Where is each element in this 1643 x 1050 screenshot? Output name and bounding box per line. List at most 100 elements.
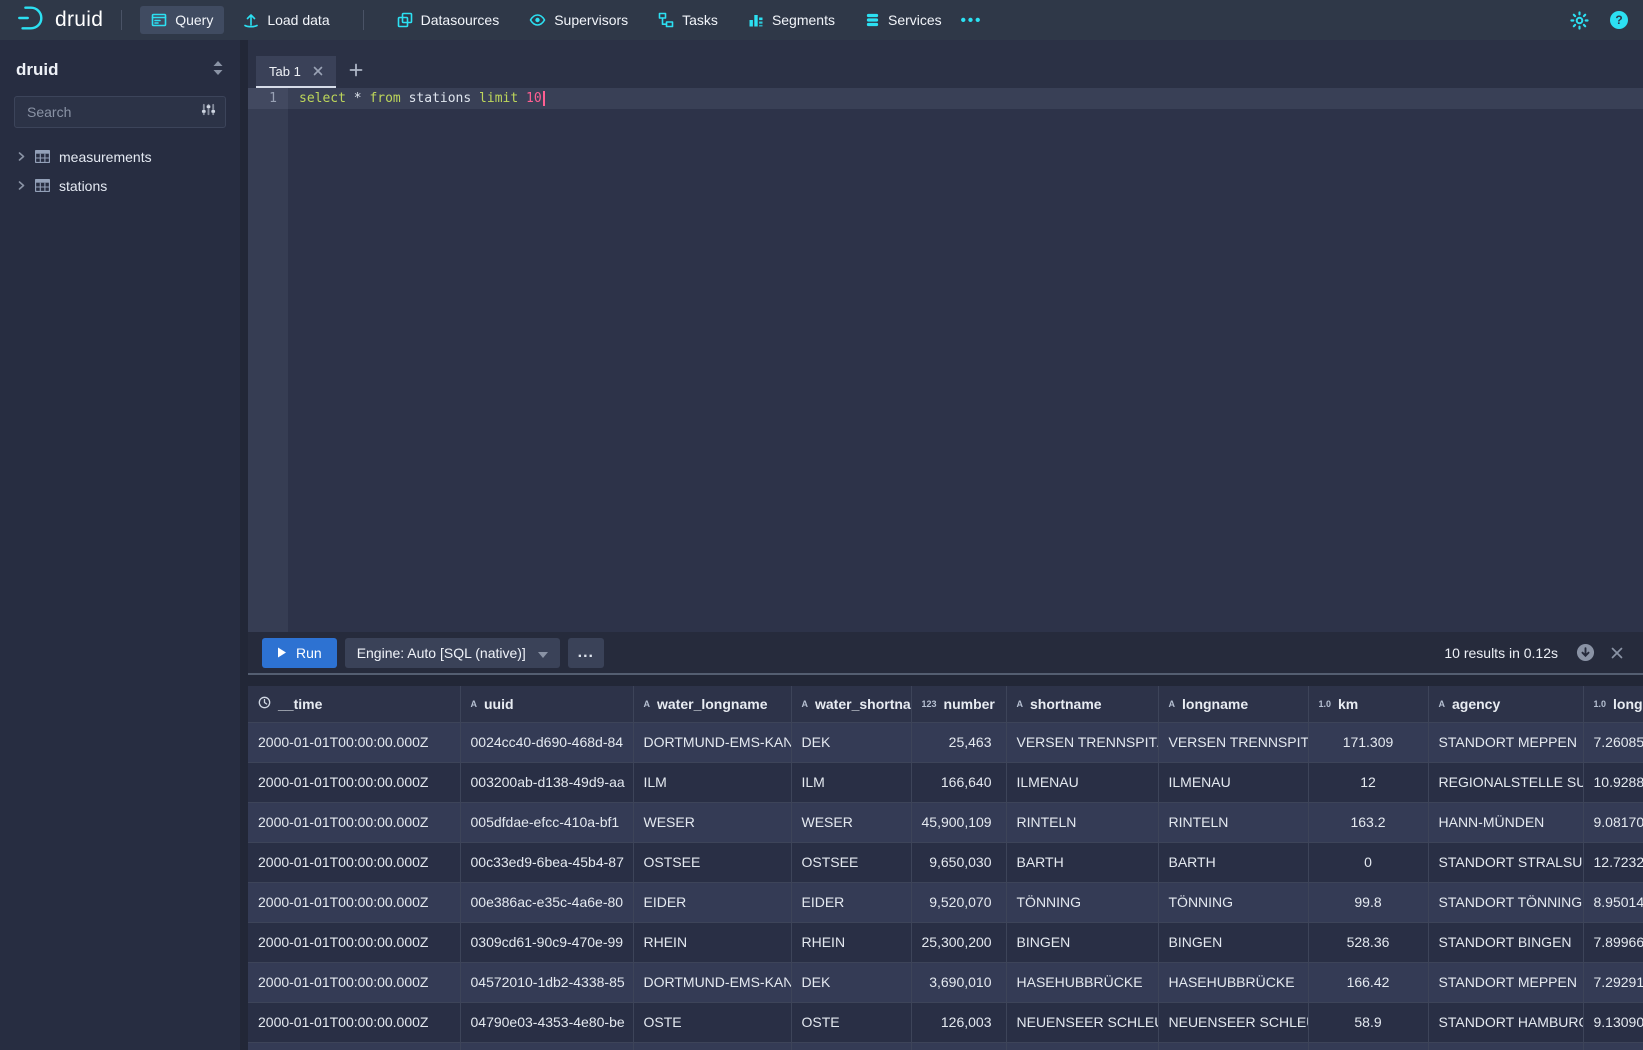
cell-number[interactable]: 166,640 (911, 762, 1006, 802)
cell--time[interactable]: 2000-01-01T00:00:00.000Z (248, 762, 460, 802)
cell--time[interactable]: 2000-01-01T00:00:00.000Z (248, 962, 460, 1002)
cell-km[interactable]: 99.8 (1308, 882, 1428, 922)
cell-km[interactable]: 0 (1308, 842, 1428, 882)
cell--time[interactable]: 2000-01-01T00:00:00.000Z (248, 802, 460, 842)
cell--time[interactable]: 2000-01-01T00:00:00.000Z (248, 722, 460, 762)
nav-item-load-data[interactable]: Load data (232, 6, 340, 34)
cell-km[interactable]: 163.2 (1308, 802, 1428, 842)
cell--time[interactable] (248, 1042, 460, 1050)
cell-km[interactable]: 166.42 (1308, 962, 1428, 1002)
engine-select[interactable]: Engine: Auto [SQL (native)] (345, 638, 560, 668)
cell-agency[interactable]: STANDORT MEPPEN (1428, 962, 1583, 1002)
cell-agency[interactable]: STANDORT MEPPEN (1428, 722, 1583, 762)
cell-longitude[interactable]: 9.130902 (1583, 1002, 1643, 1042)
column-header-uuid[interactable]: Auuid (460, 686, 633, 722)
cell-shortname[interactable]: ILMENAU (1006, 762, 1158, 802)
cell-uuid[interactable]: 04790e03-4353-4e80-be (460, 1002, 633, 1042)
cell-longitude[interactable] (1583, 1042, 1643, 1050)
cell-km[interactable]: 58.9 (1308, 1002, 1428, 1042)
sidebar-table-measurements[interactable]: measurements (14, 142, 226, 171)
cell-shortname[interactable]: TÖNNING (1006, 882, 1158, 922)
cell-longname[interactable]: TÖNNING (1158, 882, 1308, 922)
column-header-shortname[interactable]: Ashortname (1006, 686, 1158, 722)
column-header-km[interactable]: 1.0km (1308, 686, 1428, 722)
cell-longname[interactable]: HASEHUBBRÜCKE (1158, 962, 1308, 1002)
cell-longname[interactable] (1158, 1042, 1308, 1050)
close-results-icon[interactable] (1611, 647, 1623, 659)
cell-water-shortname[interactable]: EIDER (791, 882, 911, 922)
cell-shortname[interactable]: HASEHUBBRÜCKE (1006, 962, 1158, 1002)
column-header--time[interactable]: __time (248, 686, 460, 722)
druid-logo[interactable]: druid (16, 3, 103, 38)
cell-water-longname[interactable]: ILM (633, 762, 791, 802)
cell-water-longname[interactable]: EIDER (633, 882, 791, 922)
cell-longitude[interactable]: 7.260856 (1583, 722, 1643, 762)
nav-more-button[interactable]: ••• (953, 6, 991, 35)
cell-longname[interactable]: RINTELN (1158, 802, 1308, 842)
cell-uuid[interactable]: 00e386ac-e35c-4a6e-80 (460, 882, 633, 922)
cell--time[interactable]: 2000-01-01T00:00:00.000Z (248, 882, 460, 922)
query-more-button[interactable]: ... (568, 638, 604, 668)
cell-longitude[interactable]: 10.928842 (1583, 762, 1643, 802)
cell-water-longname[interactable]: OSTE (633, 1002, 791, 1042)
cell-longitude[interactable]: 12.723226 (1583, 842, 1643, 882)
cell--time[interactable]: 2000-01-01T00:00:00.000Z (248, 1002, 460, 1042)
cell-water-shortname[interactable]: ILM (791, 762, 911, 802)
cell-uuid[interactable]: 003200ab-d138-49d9-aa (460, 762, 633, 802)
cell-uuid[interactable]: 0024cc40-d690-468d-84 (460, 722, 633, 762)
cell-longitude[interactable]: 8.950149 (1583, 882, 1643, 922)
cell-shortname[interactable]: BINGEN (1006, 922, 1158, 962)
run-button[interactable]: Run (262, 638, 337, 668)
cell-longitude[interactable]: 7.292912 (1583, 962, 1643, 1002)
cell-shortname[interactable]: VERSEN TRENNSPITZE (1006, 722, 1158, 762)
column-header-number[interactable]: 123number (911, 686, 1006, 722)
cell-number[interactable]: 126,003 (911, 1002, 1006, 1042)
cell-longname[interactable]: VERSEN TRENNSPITZE (1158, 722, 1308, 762)
sql-editor[interactable]: 1 select * from stations limit 10 (248, 88, 1643, 632)
cell-water-longname[interactable]: DORTMUND-EMS-KANAL (633, 722, 791, 762)
cell-km[interactable] (1308, 1042, 1428, 1050)
cell-longname[interactable]: ILMENAU (1158, 762, 1308, 802)
column-header-longitude[interactable]: 1.0longitude (1583, 686, 1643, 722)
cell-longitude[interactable]: 7.899667 (1583, 922, 1643, 962)
cell-uuid[interactable] (460, 1042, 633, 1050)
cell-water-longname[interactable]: WESER (633, 802, 791, 842)
cell-agency[interactable]: STANDORT BINGEN (1428, 922, 1583, 962)
column-header-agency[interactable]: Aagency (1428, 686, 1583, 722)
cell-longname[interactable]: NEUENSEER SCHLEUSEN (1158, 1002, 1308, 1042)
cell-agency[interactable]: REGIONALSTELLE SUHL (1428, 762, 1583, 802)
cell-number[interactable]: 9,520,070 (911, 882, 1006, 922)
cell-uuid[interactable]: 00c33ed9-6bea-45b4-87 (460, 842, 633, 882)
chevron-right-icon[interactable] (17, 152, 26, 161)
cell-water-longname[interactable] (633, 1042, 791, 1050)
cell-number[interactable]: 25,463 (911, 722, 1006, 762)
cell-number[interactable] (911, 1042, 1006, 1050)
cell-shortname[interactable]: RINTELN (1006, 802, 1158, 842)
download-icon[interactable] (1576, 643, 1595, 662)
cell-shortname[interactable]: BARTH (1006, 842, 1158, 882)
gear-icon[interactable] (1570, 11, 1589, 30)
cell-longname[interactable]: BARTH (1158, 842, 1308, 882)
filter-icon[interactable] (201, 102, 216, 122)
column-header-longname[interactable]: Alongname (1158, 686, 1308, 722)
tab-close-icon[interactable] (313, 66, 323, 76)
cell-number[interactable]: 45,900,109 (911, 802, 1006, 842)
cell-water-shortname[interactable]: RHEIN (791, 922, 911, 962)
nav-item-query[interactable]: Query (140, 6, 224, 34)
cell-water-shortname[interactable] (791, 1042, 911, 1050)
cell-water-shortname[interactable]: DEK (791, 722, 911, 762)
cell-water-longname[interactable]: RHEIN (633, 922, 791, 962)
cell-shortname[interactable] (1006, 1042, 1158, 1050)
cell-water-longname[interactable]: OSTSEE (633, 842, 791, 882)
cell-number[interactable]: 9,650,030 (911, 842, 1006, 882)
nav-item-datasources[interactable]: Datasources (386, 6, 511, 34)
cell-km[interactable]: 12 (1308, 762, 1428, 802)
cell-water-shortname[interactable]: OSTSEE (791, 842, 911, 882)
column-header-water-shortname[interactable]: Awater_shortname (791, 686, 911, 722)
add-tab-button[interactable] (336, 56, 376, 88)
cell-water-shortname[interactable]: WESER (791, 802, 911, 842)
nav-item-supervisors[interactable]: Supervisors (518, 6, 639, 34)
chevron-right-icon[interactable] (17, 181, 26, 190)
search-input[interactable] (25, 103, 201, 121)
cell-agency[interactable]: HANN-MÜNDEN (1428, 802, 1583, 842)
